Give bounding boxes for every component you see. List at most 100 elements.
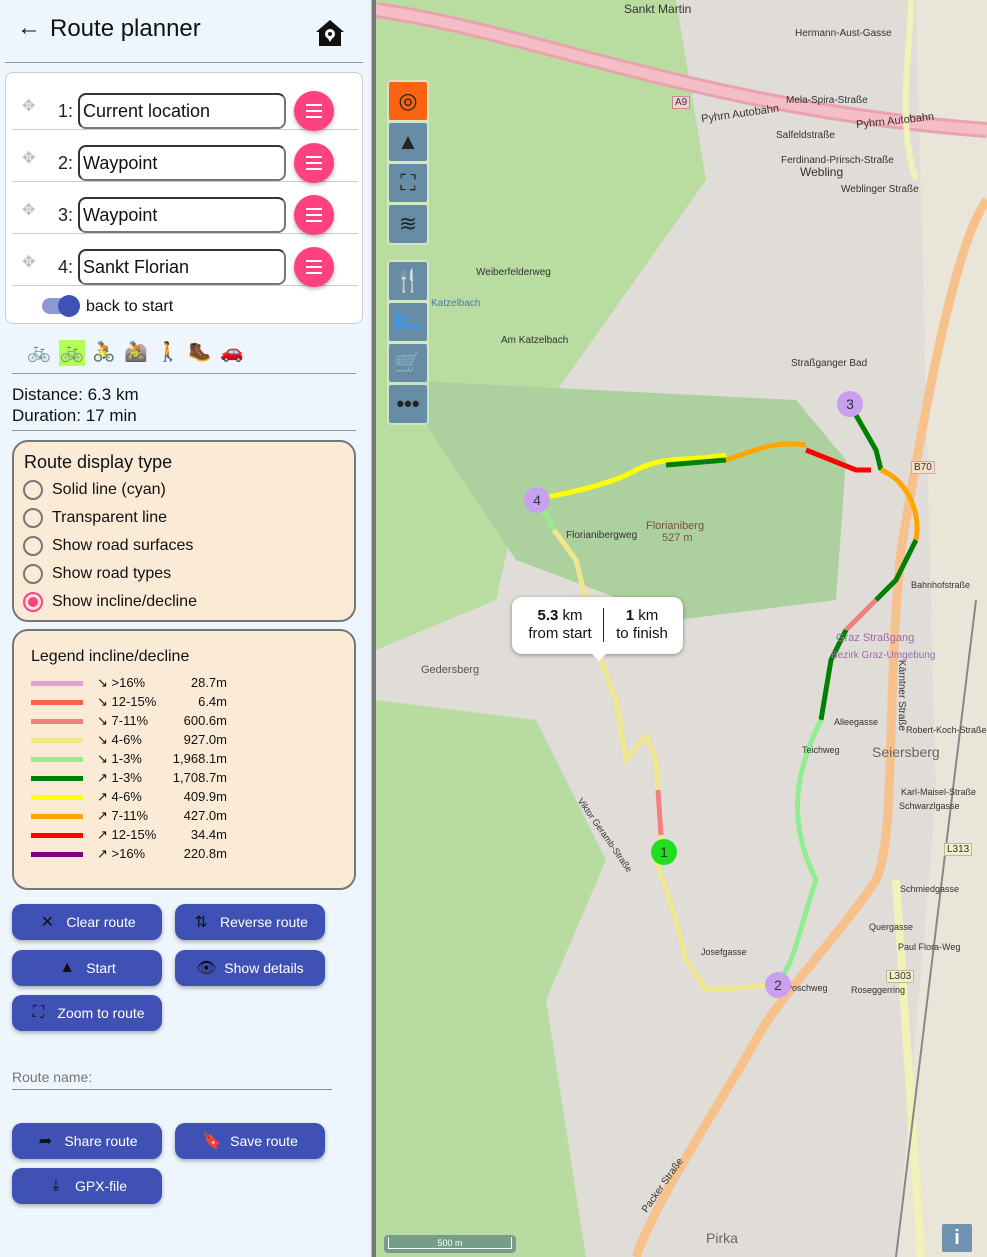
legend-value: 409.9m [183, 789, 227, 804]
back-arrow-icon[interactable]: ← [17, 14, 41, 42]
save-route-button[interactable]: 🔖 Save route [175, 1123, 325, 1159]
route-display-type-panel: Route display type Solid line (cyan) Tra… [12, 440, 356, 622]
poi-controls-group: 🍴 🛏 🛒 ••• [387, 260, 429, 425]
route-marker-start[interactable]: 1 [651, 839, 677, 865]
drag-handle-icon[interactable]: ✥ [22, 96, 40, 115]
waypoint-row: ✥ 2: [12, 130, 358, 183]
legend-swatch [31, 852, 83, 857]
map-label: Bezirk Graz-Umgebung [831, 650, 936, 661]
divider [12, 373, 356, 374]
legend-item: ↗ >16% 220.8m [31, 846, 331, 865]
legend-swatch [31, 700, 83, 705]
route-marker[interactable]: 4 [524, 487, 550, 513]
waypoint-row: ✥ 3: [12, 182, 358, 235]
drag-handle-icon[interactable]: ✥ [22, 148, 40, 167]
incline-legend-panel: Legend incline/decline ↘ >16% 28.7m ↘ 12-1… [12, 629, 356, 890]
radio-circle-selected[interactable] [23, 592, 43, 612]
legend-item: ↗ 4-6% 409.9m [31, 789, 331, 808]
hotels-button[interactable]: 🛏 [389, 303, 427, 341]
bike-icon[interactable]: 🚲 [26, 340, 52, 366]
waypoint-row: ✥ 4: [12, 234, 358, 287]
share-route-button[interactable]: ➦ Share route [12, 1123, 162, 1159]
map-label: Teichweg [802, 745, 840, 755]
more-button[interactable]: ••• [389, 385, 427, 423]
road-bike-icon[interactable]: 🚴 [91, 340, 117, 366]
gpx-file-button[interactable]: ⤓ GPX-file [12, 1168, 162, 1204]
waypoint-menu-button[interactable] [294, 143, 334, 183]
radio-circle[interactable] [23, 536, 43, 556]
drag-handle-icon[interactable]: ✥ [22, 252, 40, 271]
map-label: Sankt Martin [624, 2, 692, 16]
eye-icon: 👁 [196, 960, 217, 977]
shops-button[interactable]: 🛒 [389, 344, 427, 382]
to-finish-unit: km [634, 607, 659, 624]
legend-item: ↗ 12-15% 34.4m [31, 827, 331, 846]
legend-value: 34.4m [190, 827, 227, 842]
waypoint-index: 1: [58, 101, 74, 121]
waypoint-input[interactable] [78, 249, 286, 285]
button-label: Zoom to route [57, 1005, 145, 1021]
map-label: Florianiberg [646, 520, 705, 532]
mountain-bike-icon[interactable]: 🚵 [123, 340, 149, 366]
map-view[interactable]: Sankt Martin Pyhrn Autobahn Pyhrn Autoba… [376, 0, 987, 1257]
legend-item: ↘ >16% 28.7m [31, 675, 331, 694]
route-marker[interactable]: 2 [765, 972, 791, 998]
route-marker[interactable]: 3 [837, 391, 863, 417]
map-label: Florianibergweg [566, 530, 638, 541]
radio-circle[interactable] [23, 480, 43, 500]
legend-value: 6.4m [198, 694, 227, 709]
legend-swatch [31, 757, 83, 762]
waypoint-input[interactable] [78, 197, 286, 233]
layers-button[interactable]: ≋ [389, 205, 427, 243]
scale-label: 500 m [388, 1237, 512, 1249]
home-location-icon[interactable] [314, 18, 346, 48]
zoom-to-route-button[interactable]: ⛶ Zoom to route [12, 995, 162, 1031]
locate-button[interactable]: ◎ [389, 82, 427, 120]
button-label: GPX-file [74, 1178, 128, 1194]
from-start-label: from start [528, 625, 592, 642]
radio-circle[interactable] [23, 508, 43, 528]
legend-label: ↗ 1-3% [97, 770, 142, 785]
close-icon: ✕ [40, 914, 55, 931]
waypoint-menu-button[interactable] [294, 247, 334, 287]
route-name-input[interactable] [12, 1064, 332, 1090]
navigate-button[interactable]: ▲ [389, 123, 427, 161]
waypoint-menu-button[interactable] [294, 91, 334, 131]
map-label: Weiberfelderweg [476, 267, 551, 278]
fit-route-button[interactable]: ⛶ [389, 164, 427, 202]
map-label: Roseggerring [851, 985, 906, 995]
info-button[interactable]: i [942, 1224, 972, 1252]
map-controls-group: ◎ ▲ ⛶ ≋ [387, 80, 429, 245]
radio-label: Transparent line [52, 509, 168, 526]
header: ← Route planner [0, 0, 372, 62]
start-button[interactable]: ▲ Start [12, 950, 162, 986]
waypoint-input[interactable] [78, 93, 286, 129]
shopping-cart-icon: 🛒 [394, 350, 422, 375]
legend-item: ↘ 12-15% 6.4m [31, 694, 331, 713]
navigation-arrow-icon: ▲ [59, 959, 76, 976]
legend-value: 427.0m [183, 808, 227, 823]
waypoint-input[interactable] [78, 145, 286, 181]
walk-icon[interactable]: 🚶 [155, 340, 181, 366]
show-details-button[interactable]: 👁 Show details [175, 950, 325, 986]
e-bike-icon[interactable]: 🚲 [59, 340, 85, 366]
drag-handle-icon[interactable]: ✥ [22, 200, 40, 219]
clear-route-button[interactable]: ✕ Clear route [12, 904, 162, 940]
hike-icon[interactable]: 🥾 [187, 340, 213, 366]
map-label: Schwarzlgasse [899, 801, 960, 811]
from-start: 5.3 km from start [520, 607, 600, 643]
legend-value: 927.0m [183, 732, 227, 747]
waypoint-menu-button[interactable] [294, 195, 334, 235]
radio-circle[interactable] [23, 564, 43, 584]
car-icon[interactable]: 🚗 [219, 340, 245, 366]
crosshair-icon: ◎ [398, 88, 418, 113]
radio-label: Show road types [52, 565, 172, 582]
legend-item: ↗ 1-3% 1,708.7m [31, 770, 331, 789]
legend-item: ↘ 7-11% 600.6m [31, 713, 331, 732]
distance-text: Distance: 6.3 km [12, 385, 139, 404]
restaurants-button[interactable]: 🍴 [389, 262, 427, 300]
back-to-start-toggle[interactable] [42, 295, 80, 317]
map-label: Schmiedgasse [900, 884, 960, 894]
navigation-arrow-icon: ▲ [397, 129, 419, 154]
reverse-route-button[interactable]: ⇅ Reverse route [175, 904, 325, 940]
